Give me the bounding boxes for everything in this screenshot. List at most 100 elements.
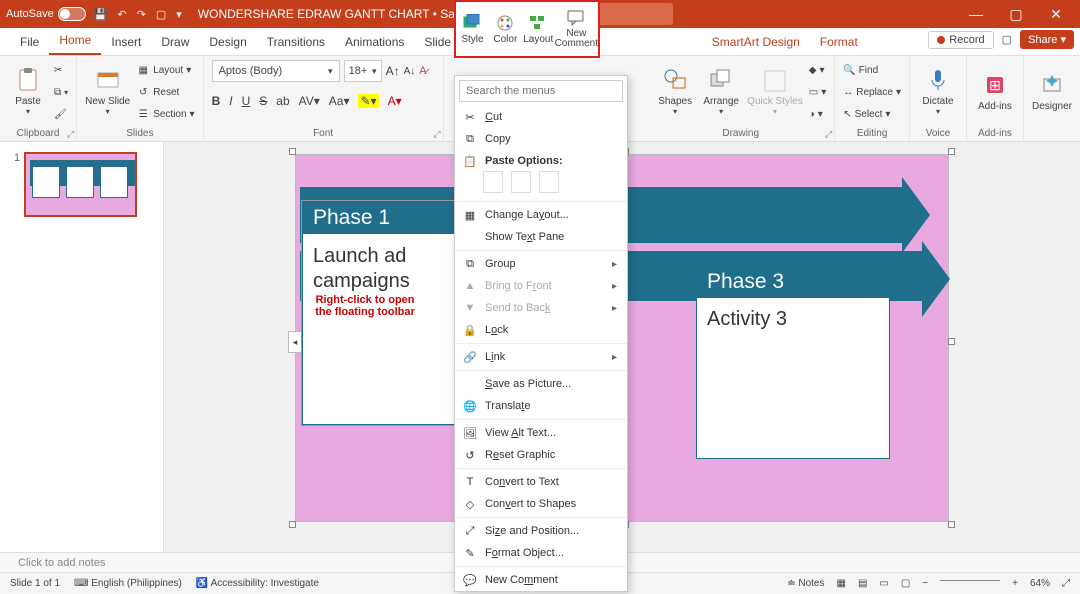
dialog-launcher-icon[interactable]: ⤢ bbox=[433, 129, 440, 140]
designer-button[interactable]: Designer bbox=[1032, 60, 1072, 122]
context-menu-search[interactable] bbox=[459, 80, 623, 102]
redo-icon[interactable]: ↷ bbox=[137, 8, 146, 21]
paste-button[interactable]: Paste▾ bbox=[8, 60, 48, 122]
shape-fill-button[interactable]: ◆▾ bbox=[809, 60, 826, 80]
language-status[interactable]: ⌨ English (Philippines) bbox=[74, 578, 182, 589]
highlight-button[interactable]: ✎▾ bbox=[358, 94, 378, 108]
reading-view-icon[interactable]: ▭ bbox=[879, 578, 888, 589]
ctx-new-comment[interactable]: 💬New Comment bbox=[455, 569, 627, 591]
shape-effects-button[interactable]: ◑▾ bbox=[809, 104, 826, 124]
minimize-button[interactable]: ― bbox=[958, 6, 994, 23]
ctx-reset-graphic[interactable]: ↺Reset Graphic bbox=[455, 444, 627, 466]
normal-view-icon[interactable]: ▦ bbox=[836, 578, 845, 589]
toggle-switch-icon[interactable] bbox=[58, 7, 86, 21]
slide-thumbnail-1[interactable] bbox=[24, 152, 137, 217]
zoom-in-button[interactable]: + bbox=[1012, 578, 1018, 589]
ctx-convert-to-shapes[interactable]: ◇Convert to Shapes bbox=[455, 493, 627, 515]
mini-color-button[interactable]: Color bbox=[489, 2, 522, 56]
tab-insert[interactable]: Insert bbox=[101, 29, 151, 55]
select-button[interactable]: ↖Select ▾ bbox=[843, 104, 901, 124]
ctx-convert-to-text[interactable]: TConvert to Text bbox=[455, 471, 627, 493]
change-case-button[interactable]: Aa▾ bbox=[329, 94, 350, 108]
copy-button[interactable]: ⧉▾ bbox=[54, 82, 68, 102]
format-painter-button[interactable]: 🖌 bbox=[54, 104, 68, 124]
zoom-out-button[interactable]: − bbox=[922, 578, 928, 589]
ctx-cut[interactable]: ✂Cut bbox=[455, 106, 627, 128]
dictate-button[interactable]: Dictate▾ bbox=[918, 60, 958, 122]
ctx-change-layout[interactable]: ▦Change Layout... bbox=[455, 204, 627, 226]
record-button[interactable]: Record bbox=[928, 31, 993, 49]
ctx-view-alt-text[interactable]: 🖼View Alt Text... bbox=[455, 422, 627, 444]
reset-button[interactable]: ↺Reset bbox=[136, 82, 194, 102]
addins-button[interactable]: ⊞Add-ins bbox=[975, 60, 1015, 122]
magnifier-icon: 🔍 bbox=[843, 65, 855, 76]
shadow-button[interactable]: ab bbox=[276, 94, 289, 108]
save-icon[interactable]: 💾 bbox=[94, 8, 108, 21]
character-spacing-button[interactable]: AV▾ bbox=[299, 94, 320, 108]
font-color-button[interactable]: A▾ bbox=[388, 94, 402, 108]
shape-outline-button[interactable]: ▭▾ bbox=[809, 82, 826, 102]
maximize-button[interactable]: ▢ bbox=[998, 6, 1034, 23]
italic-button[interactable]: I bbox=[229, 94, 232, 108]
ctx-copy[interactable]: ⧉Copy bbox=[455, 128, 627, 150]
slideshow-view-icon[interactable]: ▢ bbox=[901, 578, 910, 589]
mini-style-button[interactable]: Style bbox=[456, 2, 489, 56]
sorter-view-icon[interactable]: ▤ bbox=[858, 578, 867, 589]
paste-option-1[interactable] bbox=[483, 171, 503, 193]
ctx-translate[interactable]: 🌐Translate bbox=[455, 395, 627, 417]
tab-transitions[interactable]: Transitions bbox=[257, 29, 335, 55]
shapes-button[interactable]: Shapes▾ bbox=[655, 60, 695, 122]
smartart-prev-button[interactable]: ◂ bbox=[288, 331, 302, 353]
notes-toggle[interactable]: ≐ Notes bbox=[787, 578, 824, 589]
font-size-dropdown[interactable]: 18+▾ bbox=[344, 60, 382, 82]
clear-formatting-icon[interactable]: A̷ bbox=[419, 65, 426, 77]
quick-styles-button[interactable]: Quick Styles▾ bbox=[747, 60, 803, 122]
smartart-node-phase3[interactable]: Phase 3 Activity 3 bbox=[696, 265, 890, 459]
dialog-launcher-icon[interactable]: ⤢ bbox=[825, 129, 832, 140]
strikethrough-button[interactable]: S bbox=[259, 94, 267, 108]
tab-format[interactable]: Format bbox=[810, 29, 868, 55]
ctx-format-object[interactable]: ✎Format Object... bbox=[455, 542, 627, 564]
tab-draw[interactable]: Draw bbox=[151, 29, 199, 55]
tab-animations[interactable]: Animations bbox=[335, 29, 414, 55]
find-button[interactable]: 🔍Find bbox=[843, 60, 901, 80]
ctx-link[interactable]: 🔗Link▸ bbox=[455, 346, 627, 368]
underline-button[interactable]: U bbox=[242, 94, 251, 108]
replace-button[interactable]: ↔Replace ▾ bbox=[843, 82, 901, 102]
bold-button[interactable]: B bbox=[212, 94, 221, 108]
new-slide-button[interactable]: New Slide▾ bbox=[85, 60, 130, 122]
ctx-show-text-pane[interactable]: Show Text Pane bbox=[455, 226, 627, 248]
increase-font-icon[interactable]: A↑ bbox=[386, 64, 400, 78]
share-button[interactable]: Share ▾ bbox=[1020, 30, 1074, 49]
ctx-size-position[interactable]: ⤢Size and Position... bbox=[455, 520, 627, 542]
tab-home[interactable]: Home bbox=[49, 27, 101, 55]
mini-layout-button[interactable]: Layout bbox=[522, 2, 555, 56]
tab-file[interactable]: File bbox=[10, 29, 49, 55]
font-family-dropdown[interactable]: Aptos (Body)▾ bbox=[212, 60, 340, 82]
decrease-font-icon[interactable]: A↓ bbox=[404, 66, 416, 77]
ctx-lock[interactable]: 🔒Lock bbox=[455, 319, 627, 341]
qat-dropdown-icon[interactable]: ▾ bbox=[176, 8, 182, 21]
ctx-save-as-picture[interactable]: Save as Picture... bbox=[455, 373, 627, 395]
paste-option-3[interactable] bbox=[539, 171, 559, 193]
accessibility-status[interactable]: ♿ Accessibility: Investigate bbox=[196, 578, 319, 589]
arrange-button[interactable]: Arrange▾ bbox=[701, 60, 741, 122]
paste-option-2[interactable] bbox=[511, 171, 531, 193]
zoom-slider[interactable] bbox=[940, 580, 1000, 581]
close-button[interactable]: ✕ bbox=[1038, 6, 1074, 23]
tab-design[interactable]: Design bbox=[199, 29, 256, 55]
present-mode-icon[interactable]: ▢ bbox=[1002, 33, 1012, 46]
mini-new-comment-button[interactable]: New Comment bbox=[555, 2, 598, 56]
layout-button[interactable]: ▦Layout ▾ bbox=[136, 60, 194, 80]
fit-to-window-icon[interactable]: ⤢ bbox=[1062, 578, 1070, 589]
undo-icon[interactable]: ↶ bbox=[117, 8, 126, 21]
tab-smartart-design[interactable]: SmartArt Design bbox=[702, 29, 810, 55]
slide-counter[interactable]: Slide 1 of 1 bbox=[10, 578, 60, 589]
dialog-launcher-icon[interactable]: ⤢ bbox=[67, 129, 74, 140]
section-button[interactable]: ☰Section ▾ bbox=[136, 104, 194, 124]
autosave-toggle[interactable]: AutoSave bbox=[6, 7, 86, 21]
zoom-level[interactable]: 64% bbox=[1030, 578, 1050, 589]
cut-button[interactable]: ✂ bbox=[54, 60, 68, 80]
ctx-group[interactable]: ⧉Group▸ bbox=[455, 253, 627, 275]
start-slideshow-icon[interactable]: ▢ bbox=[156, 8, 166, 21]
